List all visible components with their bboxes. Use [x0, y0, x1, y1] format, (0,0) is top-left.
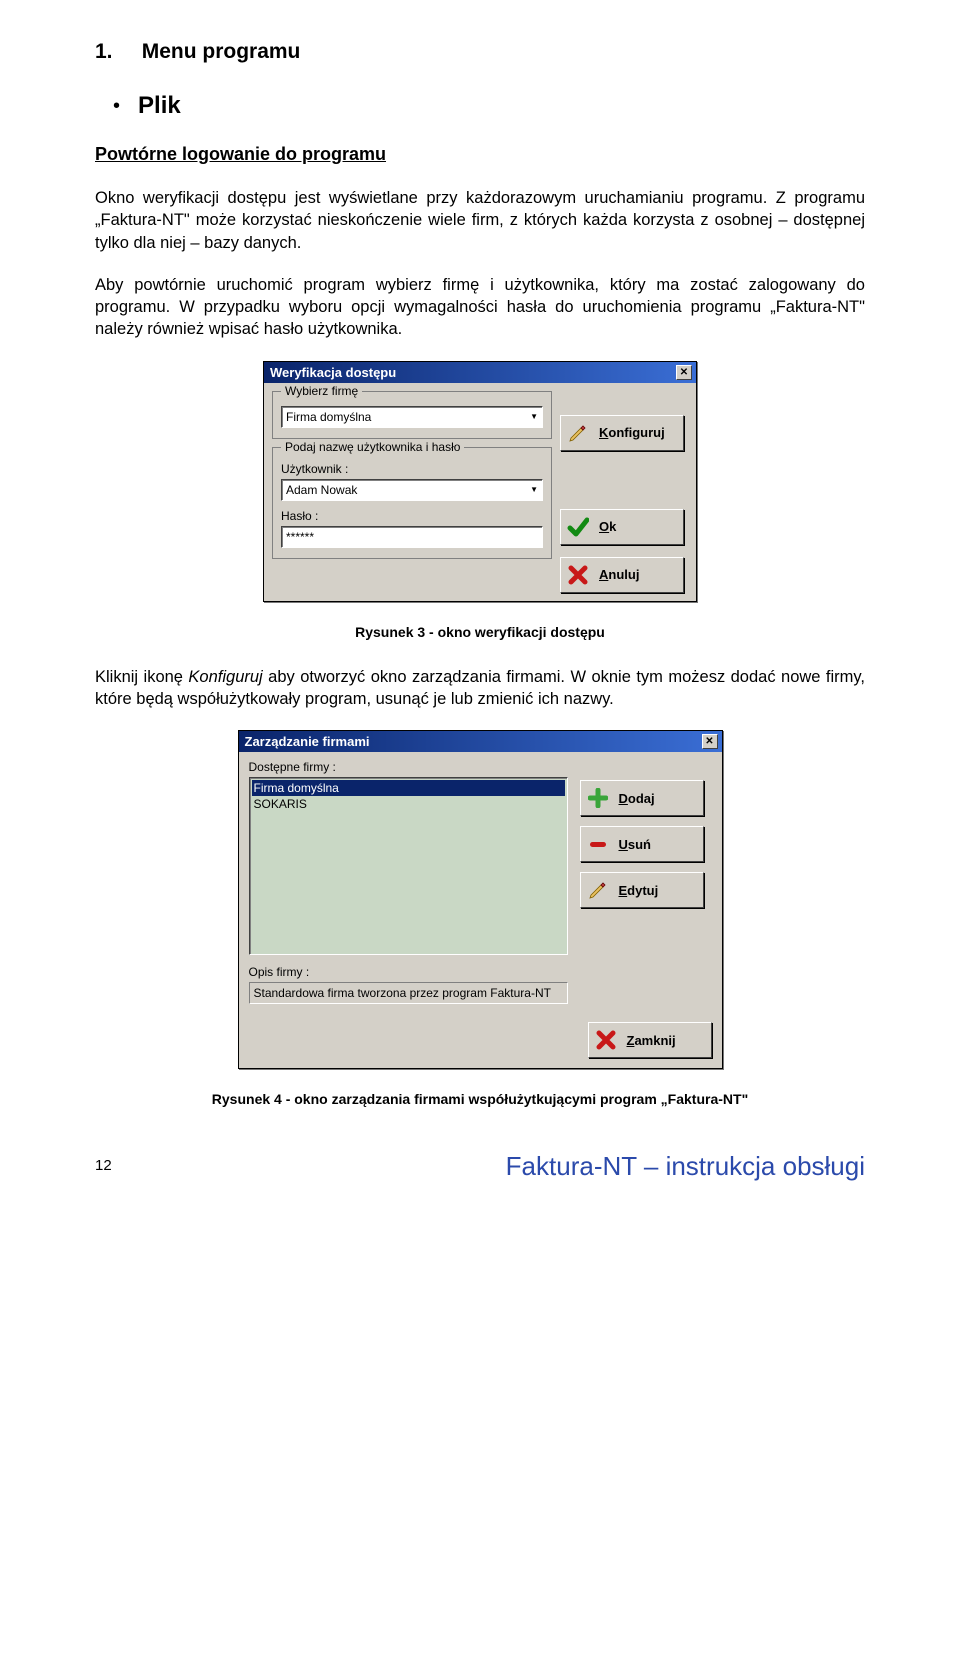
- section-number: 1.: [95, 40, 113, 63]
- paragraph: Aby powtórnie uruchomić program wybierz …: [95, 274, 865, 341]
- edit-button[interactable]: Edytuj: [580, 872, 704, 908]
- close-dialog-button[interactable]: Zamknij: [588, 1022, 712, 1058]
- check-icon: [567, 516, 589, 538]
- user-combo[interactable]: Adam Nowak ▼: [281, 479, 543, 501]
- combo-value: Adam Nowak: [286, 483, 357, 497]
- paragraph: Okno weryfikacji dostępu jest wyświetlan…: [95, 187, 865, 254]
- close-button[interactable]: ✕: [676, 365, 692, 380]
- list-item[interactable]: SOKARIS: [252, 796, 565, 812]
- select-company-fieldset: Wybierz firmę Firma domyślna ▼: [272, 391, 552, 439]
- verification-dialog: Weryfikacja dostępu ✕ Wybierz firmę Firm…: [263, 361, 697, 602]
- button-label: Dodaj: [619, 791, 655, 806]
- x-icon: [595, 1030, 617, 1050]
- figure-caption: Rysunek 3 - okno weryfikacji dostępu: [95, 624, 865, 640]
- bullet-item: • Plik: [113, 92, 865, 120]
- button-label: Edytuj: [619, 883, 659, 898]
- password-label: Hasło :: [281, 509, 543, 523]
- company-combo[interactable]: Firma domyślna ▼: [281, 406, 543, 428]
- description-label: Opis firmy :: [249, 965, 568, 979]
- button-label: Zamknij: [627, 1033, 676, 1048]
- figure-caption: Rysunek 4 - okno zarządzania firmami wsp…: [95, 1091, 865, 1107]
- description-field: Standardowa firma tworzona przez program…: [249, 982, 568, 1004]
- button-label: Konfiguruj: [599, 425, 665, 440]
- add-button[interactable]: Dodaj: [580, 780, 704, 816]
- button-label: Ok: [599, 519, 616, 534]
- titlebar: Weryfikacja dostępu ✕: [264, 362, 696, 383]
- password-value: ******: [286, 530, 314, 544]
- section-title: Menu programu: [142, 40, 301, 63]
- bullet-heading: Plik: [138, 92, 181, 120]
- minus-icon: [587, 834, 609, 854]
- chevron-down-icon: ▼: [530, 485, 538, 494]
- button-label: Usuń: [619, 837, 652, 852]
- sub-heading: Powtórne logowanie do programu: [95, 144, 865, 165]
- dialog-title: Zarządzanie firmami: [245, 734, 370, 749]
- bullet-dot-icon: •: [113, 95, 120, 118]
- configure-button[interactable]: Konfiguruj: [560, 415, 684, 451]
- section-heading: 1. Menu programu: [95, 40, 865, 64]
- chevron-down-icon: ▼: [530, 412, 538, 421]
- plus-icon: [587, 788, 609, 808]
- delete-button[interactable]: Usuń: [580, 826, 704, 862]
- dialog-title: Weryfikacja dostępu: [270, 365, 396, 380]
- button-label: Anuluj: [599, 567, 639, 582]
- cancel-button[interactable]: Anuluj: [560, 557, 684, 593]
- paragraph: Kliknij ikonę Konfiguruj aby otworzyć ok…: [95, 666, 865, 711]
- companies-listbox[interactable]: Firma domyślna SOKARIS: [249, 777, 568, 955]
- fieldset-legend: Podaj nazwę użytkownika i hasło: [281, 440, 464, 454]
- combo-value: Firma domyślna: [286, 410, 371, 424]
- close-button[interactable]: ✕: [702, 734, 718, 749]
- page-number: 12: [95, 1157, 112, 1174]
- footer-title: Faktura-NT – instrukcja obsługi: [506, 1151, 865, 1182]
- password-input[interactable]: ******: [281, 526, 543, 548]
- pencil-icon: [587, 880, 609, 900]
- x-icon: [567, 565, 589, 585]
- titlebar: Zarządzanie firmami ✕: [239, 731, 722, 752]
- fieldset-legend: Wybierz firmę: [281, 384, 362, 398]
- list-label: Dostępne firmy :: [249, 760, 568, 774]
- pencil-icon: [567, 423, 589, 443]
- credentials-fieldset: Podaj nazwę użytkownika i hasło Użytkown…: [272, 447, 552, 559]
- list-item[interactable]: Firma domyślna: [252, 780, 565, 796]
- ok-button[interactable]: Ok: [560, 509, 684, 545]
- user-label: Użytkownik :: [281, 462, 543, 476]
- manage-companies-dialog: Zarządzanie firmami ✕ Dostępne firmy : F…: [238, 730, 723, 1069]
